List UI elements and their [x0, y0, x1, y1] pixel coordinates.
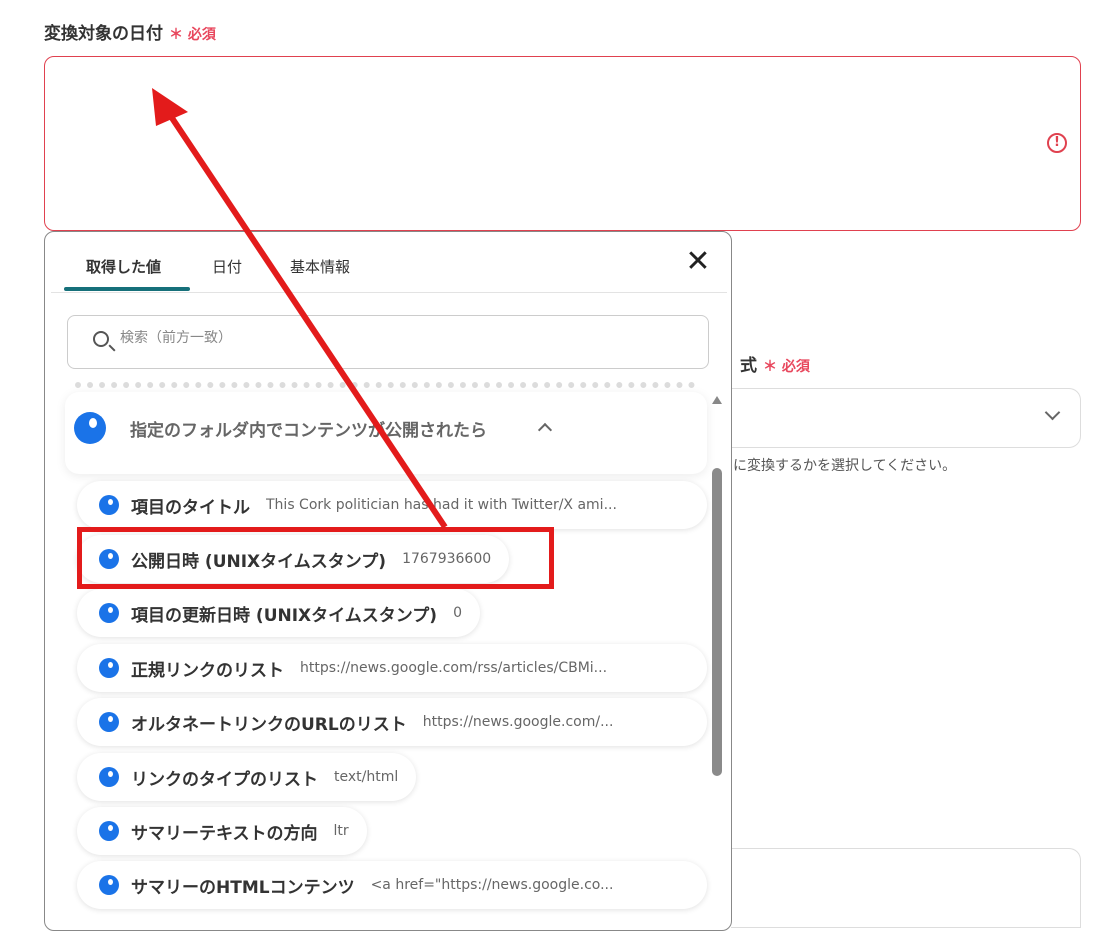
format-help-text: に変換するかを選択してください。	[733, 458, 957, 474]
value-icon	[99, 712, 119, 732]
error-icon: !	[1047, 133, 1067, 153]
list-item[interactable]: 正規リンクのリスト https://news.google.com/rss/art…	[77, 644, 707, 692]
active-tab-indicator	[64, 287, 190, 291]
search-input[interactable]	[120, 330, 680, 346]
tab-date[interactable]: 日付	[212, 256, 242, 277]
tab-bar: 取得した値 日付 基本情報	[51, 232, 727, 293]
required-badge: ＊ 必須	[169, 27, 216, 43]
list-item[interactable]: サマリーテキストの方向 ltr	[77, 807, 367, 855]
item-value: https://news.google.com/...	[422, 714, 614, 730]
format-select[interactable]	[731, 388, 1081, 448]
value-icon	[99, 495, 119, 515]
next-field-input[interactable]	[731, 848, 1081, 928]
scrollbar[interactable]	[709, 390, 725, 930]
search-icon	[93, 331, 109, 347]
label-text: 変換対象の日付	[44, 24, 163, 44]
item-name: 正規リンクのリスト	[131, 660, 284, 681]
close-icon[interactable]: ✕	[685, 247, 711, 277]
scrollbar-thumb[interactable]	[712, 468, 722, 776]
highlight-box	[77, 527, 554, 589]
trigger-group-header[interactable]: 指定のフォルダ内でコンテンツが公開されたら	[65, 392, 707, 474]
value-icon	[99, 821, 119, 841]
item-value: ltr	[333, 823, 349, 839]
search-box	[67, 315, 709, 369]
tab-basic-info[interactable]: 基本情報	[290, 256, 350, 277]
item-name: サマリーテキストの方向	[131, 823, 318, 844]
date-field-label: 変換対象の日付 ＊ 必須	[44, 19, 216, 44]
scroll-up-icon[interactable]	[712, 396, 722, 404]
chevron-up-icon[interactable]	[537, 422, 553, 438]
item-value: 0	[453, 605, 462, 621]
required-badge: ＊ 必須	[763, 359, 810, 375]
item-name: リンクのタイプのリスト	[131, 769, 318, 790]
item-name: サマリーのHTMLコンテンツ	[131, 877, 355, 898]
date-input[interactable]	[44, 56, 1081, 231]
group-title: 指定のフォルダ内でコンテンツが公開されたら	[130, 421, 487, 441]
list-item[interactable]: 項目の更新日時 (UNIXタイムスタンプ) 0	[77, 589, 480, 637]
chevron-down-icon	[1044, 404, 1061, 421]
item-value: <a href="https://news.google.co...	[370, 877, 614, 893]
list-item[interactable]: サマリーのHTMLコンテンツ <a href="https://news.goog…	[77, 861, 707, 909]
value-icon	[99, 603, 119, 623]
item-value: https://news.google.com/rss/articles/CBM…	[300, 660, 608, 676]
list-item[interactable]: リンクのタイプのリスト text/html	[77, 753, 417, 801]
label-text: 式	[740, 356, 757, 376]
value-icon	[99, 875, 119, 895]
value-icon	[99, 658, 119, 678]
scrolled-item-fragment	[75, 382, 695, 390]
value-icon	[99, 767, 119, 787]
item-name: 項目のタイトル	[131, 497, 250, 518]
list-item[interactable]: オルタネートリンクのURLのリスト https://news.google.com…	[77, 698, 707, 746]
format-field-label: 式 ＊ 必須	[740, 351, 810, 376]
tab-fetched-values[interactable]: 取得した値	[86, 256, 161, 277]
item-value: This Cork politician has had it with Twi…	[266, 497, 617, 513]
list-item[interactable]: 項目のタイトル This Cork politician has had it w…	[77, 481, 707, 529]
trigger-icon	[74, 412, 106, 444]
item-name: オルタネートリンクのURLのリスト	[131, 714, 407, 735]
item-value: text/html	[334, 769, 399, 785]
item-name: 項目の更新日時 (UNIXタイムスタンプ)	[131, 605, 438, 626]
